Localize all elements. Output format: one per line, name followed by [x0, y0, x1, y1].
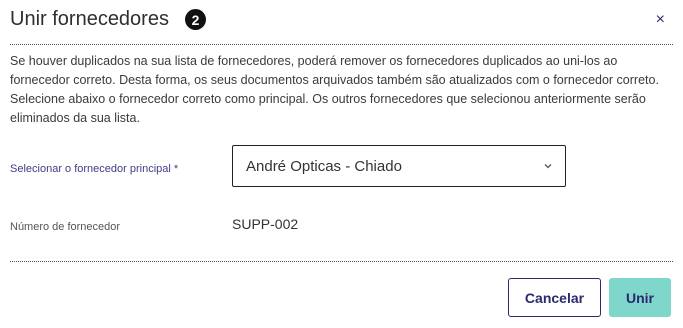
merge-button[interactable]: Unir [609, 278, 671, 317]
header-divider [10, 44, 673, 45]
supplier-number-label: Número de fornecedor [10, 221, 121, 233]
dialog-description: Se houver duplicados na sua lista de for… [10, 54, 659, 125]
supplier-select-label: Selecionar o fornecedor principal * [10, 163, 179, 175]
supplier-number-value: SUPP-002 [232, 216, 299, 232]
step-badge: 2 [184, 9, 206, 30]
dialog-header: Unir fornecedores 2 [10, 8, 206, 31]
dialog-title: Unir fornecedores [10, 8, 169, 30]
supplier-select[interactable]: André Opticas - Chiado [232, 145, 566, 187]
merge-suppliers-dialog: Unir fornecedores 2 × Se houver duplicad… [0, 0, 683, 328]
chevron-down-icon [544, 164, 552, 169]
cancel-button[interactable]: Cancelar [508, 278, 601, 317]
supplier-select-value: André Opticas - Chiado [246, 157, 402, 175]
footer-divider [10, 261, 673, 262]
close-icon[interactable]: × [656, 12, 665, 28]
